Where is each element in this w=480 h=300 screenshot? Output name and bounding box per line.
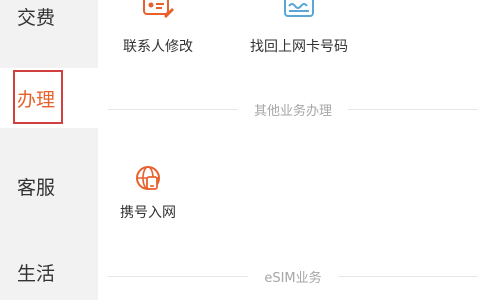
section-divider-esim: eSIM业务 (108, 266, 478, 286)
sidebar-item-service[interactable]: 客服 (0, 156, 98, 216)
sim-card-icon (281, 0, 317, 32)
sidebar-item-label: 办理 (17, 88, 56, 111)
divider-line (348, 108, 479, 110)
service-label: 找回上网卡号码 (250, 39, 348, 55)
divider-line (108, 275, 249, 277)
divider-line (108, 108, 238, 110)
number-portability-icon (132, 162, 164, 198)
sidebar-item-label: 客服 (17, 176, 56, 199)
sidebar-item-pay[interactable]: 交费 (0, 0, 98, 46)
app-window: 交费 办理 客服 生活 联系人修改 找回上网卡号码 其他业务办理 携号入网 eS… (0, 0, 480, 300)
sidebar-item-life[interactable]: 生活 (0, 242, 98, 300)
sidebar: 交费 办理 客服 生活 (0, 0, 98, 300)
sidebar-item-label: 交费 (17, 6, 56, 29)
sidebar-item-label: 生活 (17, 262, 56, 285)
service-find-sim-number[interactable]: 找回上网卡号码 (224, 0, 374, 56)
service-contact-edit[interactable]: 联系人修改 (108, 0, 208, 56)
section-title: 其他业务办理 (254, 103, 333, 119)
service-label: 携号入网 (120, 205, 176, 221)
main-panel: 联系人修改 找回上网卡号码 其他业务办理 携号入网 eSIM业务 (98, 0, 480, 300)
divider-line (337, 275, 478, 277)
contact-edit-icon (140, 0, 176, 32)
section-divider-other: 其他业务办理 (108, 99, 479, 119)
service-number-portability[interactable]: 携号入网 (108, 162, 188, 222)
sidebar-item-handle[interactable]: 办理 (0, 68, 98, 128)
section-title: eSIM业务 (264, 270, 322, 286)
service-label: 联系人修改 (123, 39, 193, 55)
